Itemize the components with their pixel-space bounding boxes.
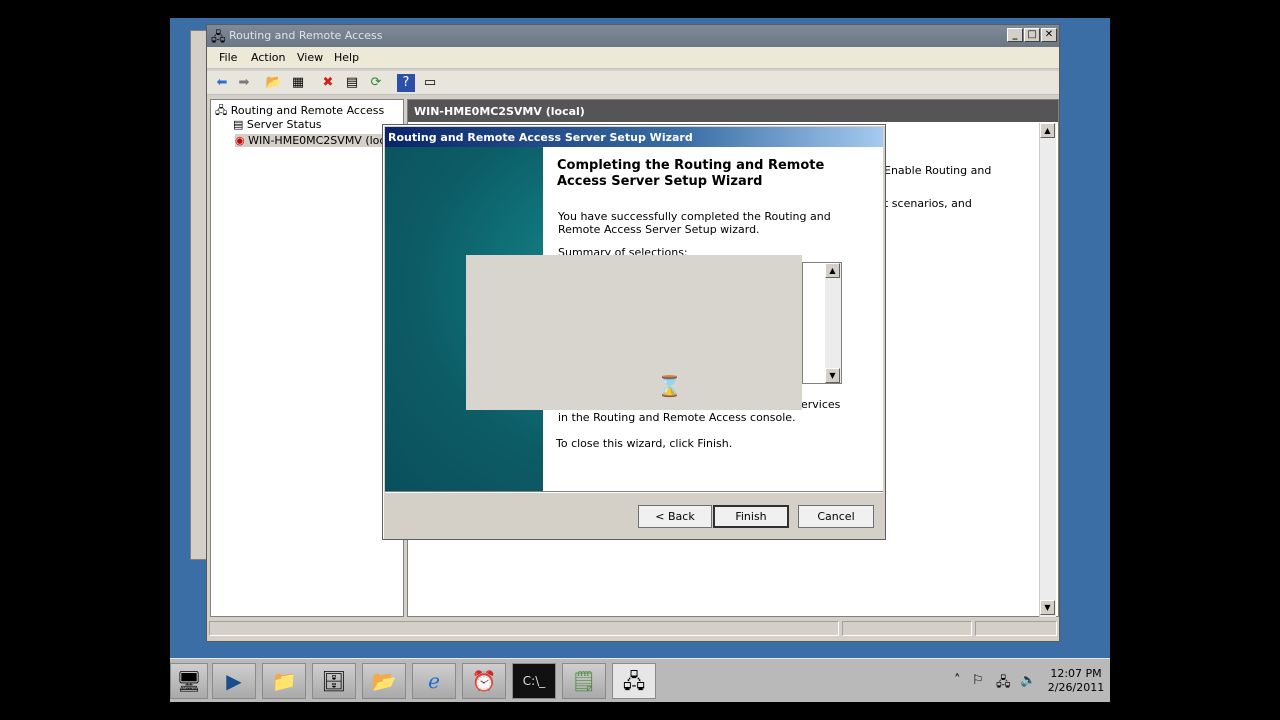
listbox-scrollbar[interactable]: ▲ ▼ [825, 263, 841, 383]
status-cell [975, 621, 1057, 636]
status-cell [209, 621, 839, 636]
close-button[interactable]: ✕ [1041, 28, 1057, 42]
show-hide-tree-icon[interactable]: ▦ [289, 74, 307, 92]
forward-arrow-icon[interactable]: ➡ [235, 74, 253, 92]
hourglass-icon: ⌛ [657, 374, 682, 398]
tree-pane: 🖧 Routing and Remote Access ▤ Server Sta… [210, 99, 404, 617]
unpainted-region: ⌛ [466, 255, 802, 410]
details-text: t scenarios, and [884, 197, 972, 210]
wizard-heading: Completing the Routing and Remote Access… [557, 158, 825, 189]
notepad-icon[interactable]: 🗒 [562, 663, 606, 699]
status-cell [842, 621, 972, 636]
scroll-up-icon[interactable]: ▲ [825, 263, 840, 278]
menu-view[interactable]: View [297, 51, 323, 64]
menu-action[interactable]: Action [251, 51, 285, 64]
toolbar: ⬅ ➡ 📂 ▦ ✖ ▤ ⟳ ? ▭ [207, 71, 1059, 95]
wizard-title: Routing and Remote Access Server Setup W… [385, 127, 883, 147]
wizard-close-text: To close this wizard, click Finish. [556, 437, 733, 450]
explorer-icon[interactable]: 📁 [262, 663, 306, 699]
network-icon[interactable]: 🖧 [996, 673, 1011, 695]
clock-time: 12:07 PM [1050, 667, 1102, 680]
properties-icon[interactable]: ▤ [343, 74, 361, 92]
summary-listbox[interactable]: ▲ ▼ [802, 262, 842, 384]
clock[interactable]: 12:07 PM 2/26/2011 [1046, 667, 1106, 695]
wizard-console-text: in the Routing and Remote Access console… [558, 411, 796, 424]
server-stopped-icon: ◉ [235, 134, 245, 147]
help-icon[interactable]: ? [397, 74, 415, 92]
status-bar [207, 619, 1059, 639]
scroll-down-icon[interactable]: ▼ [1040, 600, 1055, 615]
folder-icon[interactable]: 📂 [362, 663, 406, 699]
tree-item-label: WIN-HME0MC2SVMV (local) [248, 134, 400, 147]
back-button[interactable]: < Back [638, 505, 712, 528]
details-header: WIN-HME0MC2SVMV (local) [408, 100, 1058, 122]
wizard-success-text: You have successfully completed the Rout… [558, 210, 831, 236]
details-text: Enable Routing and [884, 164, 992, 177]
menu-help[interactable]: Help [334, 51, 359, 64]
tree-item-server-status[interactable]: ▤ Server Status [233, 118, 322, 131]
powershell-icon[interactable]: ▶ [212, 663, 256, 699]
vertical-scrollbar[interactable]: ▲ ▼ [1039, 123, 1056, 617]
action-center-flag-icon[interactable]: ⚐ [972, 673, 984, 688]
show-hidden-icons-icon[interactable]: ˄ [954, 673, 961, 688]
scroll-up-icon[interactable]: ▲ [1040, 123, 1055, 138]
menu-bar: File Action View Help [207, 47, 1059, 69]
window-title: Routing and Remote Access [229, 29, 383, 42]
refresh-icon[interactable]: ⟳ [367, 74, 385, 92]
back-arrow-icon[interactable]: ⬅ [213, 74, 231, 92]
title-bar: 🖧 Routing and Remote Access _ □ ✕ [207, 25, 1059, 47]
up-folder-icon[interactable]: 📂 [265, 74, 283, 92]
maximize-button[interactable]: □ [1024, 28, 1040, 42]
server-manager-icon[interactable]: 🖥 [170, 663, 208, 699]
clock-date: 2/26/2011 [1047, 681, 1105, 694]
services-icon[interactable]: 🗄 [312, 663, 356, 699]
finish-button[interactable]: Finish [713, 505, 789, 528]
console-icon[interactable]: ▭ [421, 74, 439, 92]
scroll-down-icon[interactable]: ▼ [825, 368, 840, 383]
tree-item-server[interactable]: ◉ WIN-HME0MC2SVMV (local) [235, 134, 400, 147]
server-icon: ▤ [233, 118, 244, 131]
divider [385, 491, 883, 493]
tree-root-label: Routing and Remote Access [230, 104, 385, 117]
taskbar: 🖥 ▶ 📁 🗄 📂 ℯ ⏰ C:\_ 🗒 🖧 ˄ ⚐ 🖧 🔈 12:07 PM … [170, 658, 1110, 702]
command-prompt-icon[interactable]: C:\_ [512, 663, 556, 699]
internet-explorer-icon[interactable]: ℯ [412, 663, 456, 699]
routing-remote-access-taskbar-icon[interactable]: 🖧 [612, 663, 656, 699]
computer-icon: 🖧 [215, 104, 228, 117]
wizard-partial-text: ervices [801, 398, 841, 411]
minimize-button[interactable]: _ [1007, 28, 1023, 42]
volume-icon[interactable]: 🔈 [1020, 673, 1036, 688]
tree-item-label: Server Status [246, 118, 322, 131]
delete-icon[interactable]: ✖ [319, 74, 337, 92]
cancel-button[interactable]: Cancel [798, 505, 874, 528]
menu-file[interactable]: File [219, 51, 237, 64]
task-scheduler-icon[interactable]: ⏰ [462, 663, 506, 699]
